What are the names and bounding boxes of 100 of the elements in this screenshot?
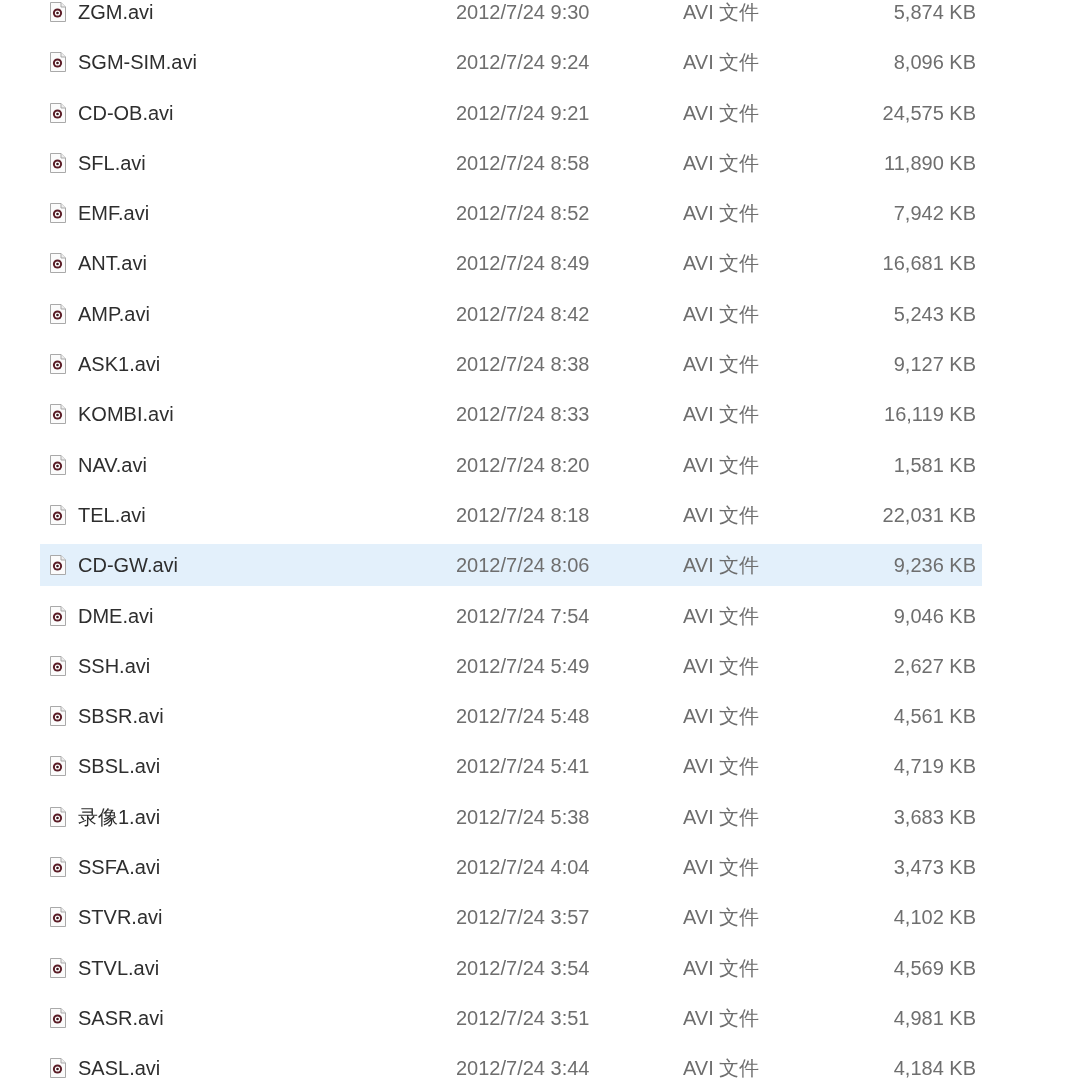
file-name: SBSR.avi <box>78 705 164 728</box>
date-modified: 2012/7/24 5:48 <box>456 705 590 728</box>
file-type: AVI 文件 <box>683 805 760 828</box>
file-row[interactable]: SASR.avi 2012/7/24 3:51 AVI 文件 4,981 KB <box>40 996 982 1039</box>
file-type: AVI 文件 <box>683 1006 760 1029</box>
file-name: SFL.avi <box>78 151 146 174</box>
file-row[interactable]: SGM-SIM.avi 2012/7/24 9:24 AVI 文件 8,096 KB <box>40 41 982 84</box>
file-icon <box>50 203 66 224</box>
file-size: 4,719 KB <box>893 755 976 778</box>
file-icon <box>50 253 66 274</box>
file-icon <box>50 52 66 73</box>
file-name: SGM-SIM.avi <box>78 51 197 74</box>
file-type: AVI 文件 <box>683 956 760 979</box>
file-icon <box>50 1007 66 1028</box>
date-modified: 2012/7/24 5:41 <box>456 755 590 778</box>
file-size: 3,683 KB <box>893 805 976 828</box>
file-icon <box>50 303 66 324</box>
file-name: SSFA.avi <box>78 856 161 879</box>
file-type: AVI 文件 <box>683 1 760 23</box>
file-icon <box>50 404 66 425</box>
file-size: 4,102 KB <box>893 906 976 929</box>
file-type: AVI 文件 <box>683 705 760 728</box>
file-row[interactable]: KOMBI.avi 2012/7/24 8:33 AVI 文件 16,119 KB <box>40 393 982 436</box>
file-row[interactable]: 录像1.avi 2012/7/24 5:38 AVI 文件 3,683 KB <box>40 795 982 838</box>
file-type: AVI 文件 <box>683 252 760 275</box>
file-row[interactable]: ZGM.avi 2012/7/24 9:30 AVI 文件 5,874 KB <box>40 0 982 33</box>
file-type: AVI 文件 <box>683 101 760 124</box>
file-row[interactable]: CD-OB.avi 2012/7/24 9:21 AVI 文件 24,575 KB <box>40 91 982 134</box>
file-type: AVI 文件 <box>683 403 760 426</box>
file-icon <box>50 857 66 878</box>
file-type: AVI 文件 <box>683 202 760 225</box>
file-name: SSH.avi <box>78 654 151 677</box>
date-modified: 2012/7/24 3:51 <box>456 1006 590 1029</box>
file-name: NAV.avi <box>78 453 147 476</box>
file-row[interactable]: TEL.avi 2012/7/24 8:18 AVI 文件 22,031 KB <box>40 493 982 536</box>
date-modified: 2012/7/24 7:54 <box>456 604 590 627</box>
file-row[interactable]: SBSL.avi 2012/7/24 5:41 AVI 文件 4,719 KB <box>40 745 982 788</box>
file-size: 2,627 KB <box>893 654 976 677</box>
file-icon <box>50 504 66 525</box>
file-icon <box>50 806 66 827</box>
file-size: 4,569 KB <box>893 956 976 979</box>
file-size: 9,236 KB <box>893 554 976 577</box>
file-row[interactable]: DME.avi 2012/7/24 7:54 AVI 文件 9,046 KB <box>40 594 982 637</box>
date-modified: 2012/7/24 4:04 <box>456 856 590 879</box>
file-row[interactable]: SSFA.avi 2012/7/24 4:04 AVI 文件 3,473 KB <box>40 846 982 889</box>
date-modified: 2012/7/24 8:33 <box>456 403 590 426</box>
file-type: AVI 文件 <box>683 302 760 325</box>
date-modified: 2012/7/24 8:06 <box>456 554 590 577</box>
file-row[interactable]: SSH.avi 2012/7/24 5:49 AVI 文件 2,627 KB <box>40 644 982 687</box>
file-row[interactable]: AMP.avi 2012/7/24 8:42 AVI 文件 5,243 KB <box>40 292 982 335</box>
file-size: 9,046 KB <box>893 604 976 627</box>
file-icon <box>50 102 66 123</box>
date-modified: 2012/7/24 9:21 <box>456 101 590 124</box>
file-size: 4,561 KB <box>893 705 976 728</box>
date-modified: 2012/7/24 9:30 <box>456 1 590 23</box>
file-size: 16,119 KB <box>884 403 976 426</box>
file-row[interactable]: NAV.avi 2012/7/24 8:20 AVI 文件 1,581 KB <box>40 443 982 486</box>
file-row[interactable]: STVL.avi 2012/7/24 3:54 AVI 文件 4,569 KB <box>40 946 982 989</box>
date-modified: 2012/7/24 8:38 <box>456 353 590 376</box>
file-icon <box>50 907 66 928</box>
file-type: AVI 文件 <box>683 554 760 577</box>
file-size: 3,473 KB <box>893 856 976 879</box>
file-size: 22,031 KB <box>882 503 976 526</box>
file-row[interactable]: SASL.avi 2012/7/24 3:44 AVI 文件 4,184 KB <box>40 1047 982 1080</box>
file-icon <box>50 957 66 978</box>
file-type: AVI 文件 <box>683 906 760 929</box>
file-type: AVI 文件 <box>683 604 760 627</box>
file-row[interactable]: STVR.avi 2012/7/24 3:57 AVI 文件 4,102 KB <box>40 896 982 939</box>
file-name: STVR.avi <box>78 906 163 929</box>
file-size: 1,581 KB <box>893 453 976 476</box>
file-size: 4,184 KB <box>893 1057 976 1080</box>
file-size: 8,096 KB <box>893 51 976 74</box>
file-row[interactable]: ANT.avi 2012/7/24 8:49 AVI 文件 16,681 KB <box>40 242 982 285</box>
file-name: SBSL.avi <box>78 755 161 778</box>
file-name: CD-GW.avi <box>78 554 178 577</box>
file-name: STVL.avi <box>78 956 160 979</box>
date-modified: 2012/7/24 5:38 <box>456 805 590 828</box>
file-name: TEL.avi <box>78 503 146 526</box>
file-row[interactable]: EMF.avi 2012/7/24 8:52 AVI 文件 7,942 KB <box>40 192 982 235</box>
file-name: SASL.avi <box>78 1057 161 1080</box>
file-name: ZGM.avi <box>78 1 154 23</box>
file-size: 9,127 KB <box>893 353 976 376</box>
file-icon <box>50 655 66 676</box>
date-modified: 2012/7/24 8:49 <box>456 252 590 275</box>
date-modified: 2012/7/24 8:42 <box>456 302 590 325</box>
file-type: AVI 文件 <box>683 1057 760 1080</box>
file-type: AVI 文件 <box>683 51 760 74</box>
file-row[interactable]: ASK1.avi 2012/7/24 8:38 AVI 文件 9,127 KB <box>40 343 982 386</box>
file-name: ANT.avi <box>78 252 147 275</box>
file-row[interactable]: CD-GW.avi 2012/7/24 8:06 AVI 文件 9,236 KB <box>40 544 982 587</box>
file-size: 5,243 KB <box>893 302 976 325</box>
file-row[interactable]: SFL.avi 2012/7/24 8:58 AVI 文件 11,890 KB <box>40 141 982 184</box>
file-type: AVI 文件 <box>683 755 760 778</box>
file-icon <box>50 706 66 727</box>
file-name: 录像1.avi <box>78 805 161 828</box>
date-modified: 2012/7/24 9:24 <box>456 51 590 74</box>
file-name: SASR.avi <box>78 1006 164 1029</box>
date-modified: 2012/7/24 5:49 <box>456 654 590 677</box>
file-type: AVI 文件 <box>683 453 760 476</box>
file-row[interactable]: SBSR.avi 2012/7/24 5:48 AVI 文件 4,561 KB <box>40 695 982 738</box>
